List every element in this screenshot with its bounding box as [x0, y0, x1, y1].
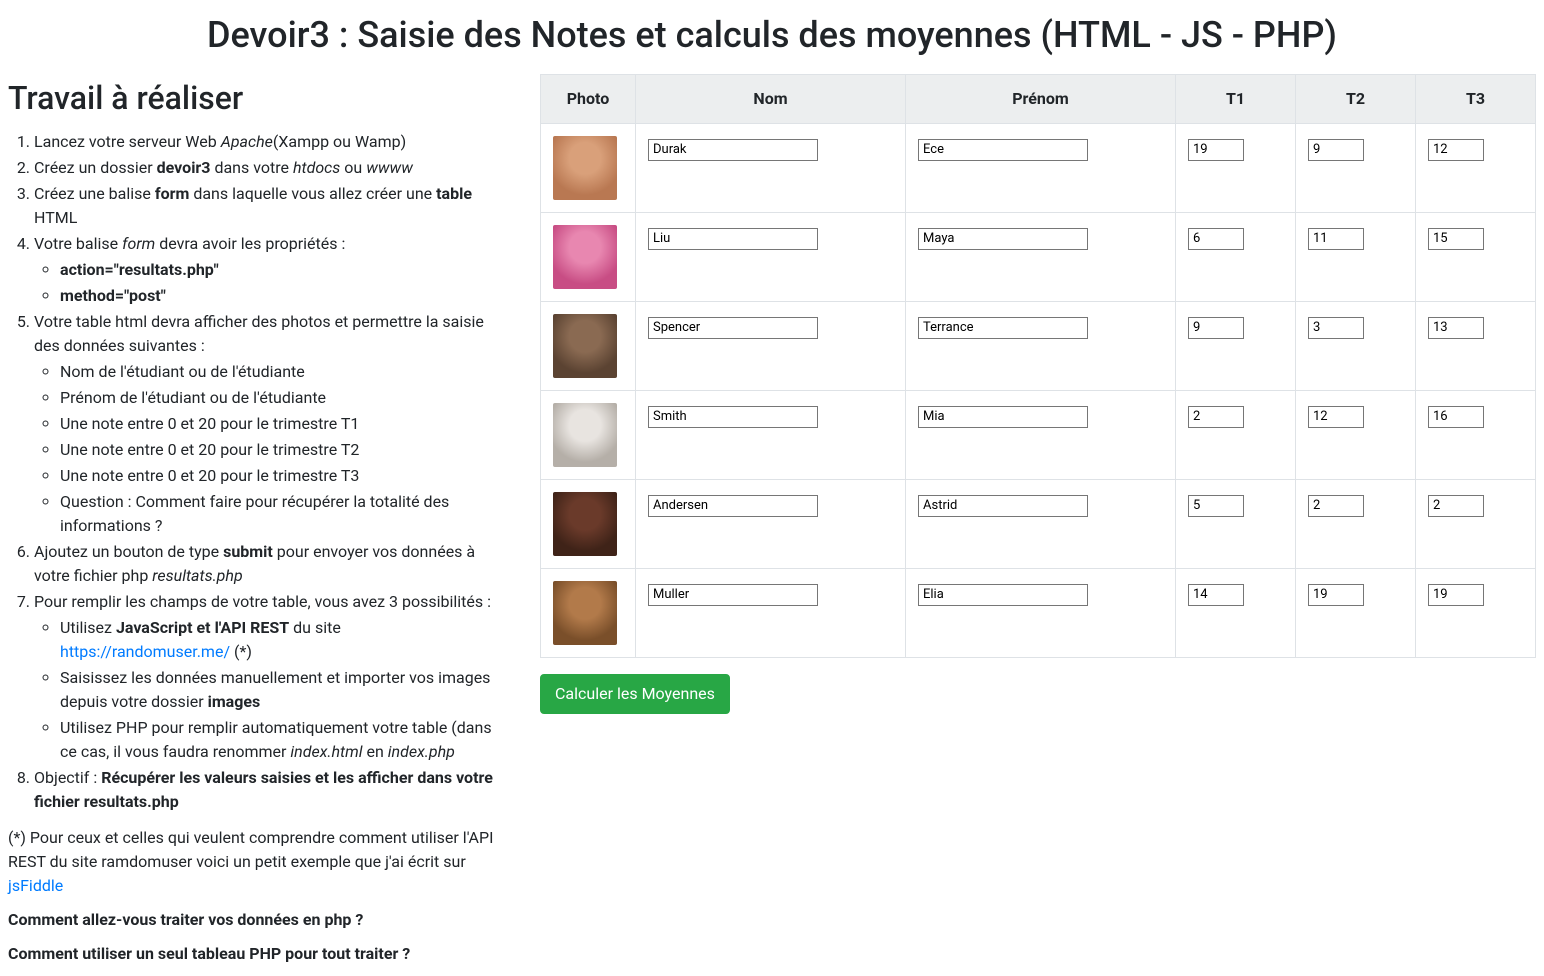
- instr-8: Objectif : Récupérer les valeurs saisies…: [34, 766, 500, 814]
- t3-input[interactable]: [1428, 317, 1484, 339]
- t2-input[interactable]: [1308, 406, 1364, 428]
- instr-5-sub2: Prénom de l'étudiant ou de l'étudiante: [60, 386, 500, 410]
- prenom-input[interactable]: [918, 584, 1088, 606]
- t2-input[interactable]: [1308, 139, 1364, 161]
- table-row: [541, 480, 1536, 569]
- avatar: [553, 403, 617, 467]
- instr-3: Créez une balise form dans laquelle vous…: [34, 182, 500, 230]
- instr-6: Ajoutez un bouton de type submit pour en…: [34, 540, 500, 588]
- randomuser-link[interactable]: https://randomuser.me/: [60, 642, 230, 661]
- instructions-heading: Travail à réaliser: [8, 74, 500, 122]
- jsfiddle-link[interactable]: jsFiddle: [8, 876, 63, 895]
- nom-input[interactable]: [648, 406, 818, 428]
- table-row: [541, 391, 1536, 480]
- question-2: Comment utiliser un seul tableau PHP pou…: [8, 942, 500, 966]
- prenom-input[interactable]: [918, 139, 1088, 161]
- footnote: (*) Pour ceux et celles qui veulent comp…: [8, 826, 500, 898]
- instr-5: Votre table html devra afficher des phot…: [34, 310, 500, 538]
- col-t1: T1: [1176, 75, 1296, 124]
- instr-7-sub1: Utilisez JavaScript et l'API REST du sit…: [60, 616, 500, 664]
- avatar: [553, 314, 617, 378]
- col-nom: Nom: [636, 75, 906, 124]
- nom-input[interactable]: [648, 495, 818, 517]
- t2-input[interactable]: [1308, 584, 1364, 606]
- table-row: [541, 302, 1536, 391]
- nom-input[interactable]: [648, 317, 818, 339]
- table-row: [541, 569, 1536, 658]
- prenom-input[interactable]: [918, 228, 1088, 250]
- col-prenom: Prénom: [906, 75, 1176, 124]
- instr-7-sub2: Saisissez les données manuellement et im…: [60, 666, 500, 714]
- avatar: [553, 225, 617, 289]
- instr-5-sub6: Question : Comment faire pour récupérer …: [60, 490, 500, 538]
- t1-input[interactable]: [1188, 495, 1244, 517]
- col-t3: T3: [1416, 75, 1536, 124]
- calculate-button[interactable]: Calculer les Moyennes: [540, 674, 730, 714]
- t3-input[interactable]: [1428, 139, 1484, 161]
- avatar: [553, 136, 617, 200]
- table-row: [541, 213, 1536, 302]
- t2-input[interactable]: [1308, 228, 1364, 250]
- t3-input[interactable]: [1428, 406, 1484, 428]
- t1-input[interactable]: [1188, 406, 1244, 428]
- instr-4-sub2: method="post": [60, 284, 500, 308]
- grades-table: Photo Nom Prénom T1 T2 T3: [540, 74, 1536, 658]
- question-1: Comment allez-vous traiter vos données e…: [8, 908, 500, 932]
- nom-input[interactable]: [648, 228, 818, 250]
- instr-5-sub3: Une note entre 0 et 20 pour le trimestre…: [60, 412, 500, 436]
- t3-input[interactable]: [1428, 495, 1484, 517]
- t2-input[interactable]: [1308, 495, 1364, 517]
- prenom-input[interactable]: [918, 406, 1088, 428]
- instr-7-sub3: Utilisez PHP pour remplir automatiquemen…: [60, 716, 500, 764]
- avatar: [553, 581, 617, 645]
- col-t2: T2: [1296, 75, 1416, 124]
- table-row: [541, 124, 1536, 213]
- page-title: Devoir3 : Saisie des Notes et calculs de…: [0, 8, 1544, 62]
- form-panel: Photo Nom Prénom T1 T2 T3 Calculer les M…: [532, 74, 1536, 976]
- t1-input[interactable]: [1188, 228, 1244, 250]
- instr-5-sub5: Une note entre 0 et 20 pour le trimestre…: [60, 464, 500, 488]
- avatar: [553, 492, 617, 556]
- t3-input[interactable]: [1428, 584, 1484, 606]
- prenom-input[interactable]: [918, 495, 1088, 517]
- instructions-panel: Travail à réaliser Lancez votre serveur …: [8, 74, 508, 976]
- instr-4: Votre balise form devra avoir les propri…: [34, 232, 500, 308]
- t1-input[interactable]: [1188, 139, 1244, 161]
- instructions-list: Lancez votre serveur Web Apache(Xampp ou…: [8, 130, 500, 814]
- nom-input[interactable]: [648, 139, 818, 161]
- instr-1: Lancez votre serveur Web Apache(Xampp ou…: [34, 130, 500, 154]
- nom-input[interactable]: [648, 584, 818, 606]
- instr-2: Créez un dossier devoir3 dans votre htdo…: [34, 156, 500, 180]
- t1-input[interactable]: [1188, 317, 1244, 339]
- t3-input[interactable]: [1428, 228, 1484, 250]
- instr-4-sub1: action="resultats.php": [60, 258, 500, 282]
- prenom-input[interactable]: [918, 317, 1088, 339]
- t2-input[interactable]: [1308, 317, 1364, 339]
- instr-7: Pour remplir les champs de votre table, …: [34, 590, 500, 764]
- instr-5-sub1: Nom de l'étudiant ou de l'étudiante: [60, 360, 500, 384]
- col-photo: Photo: [541, 75, 636, 124]
- instr-5-sub4: Une note entre 0 et 20 pour le trimestre…: [60, 438, 500, 462]
- t1-input[interactable]: [1188, 584, 1244, 606]
